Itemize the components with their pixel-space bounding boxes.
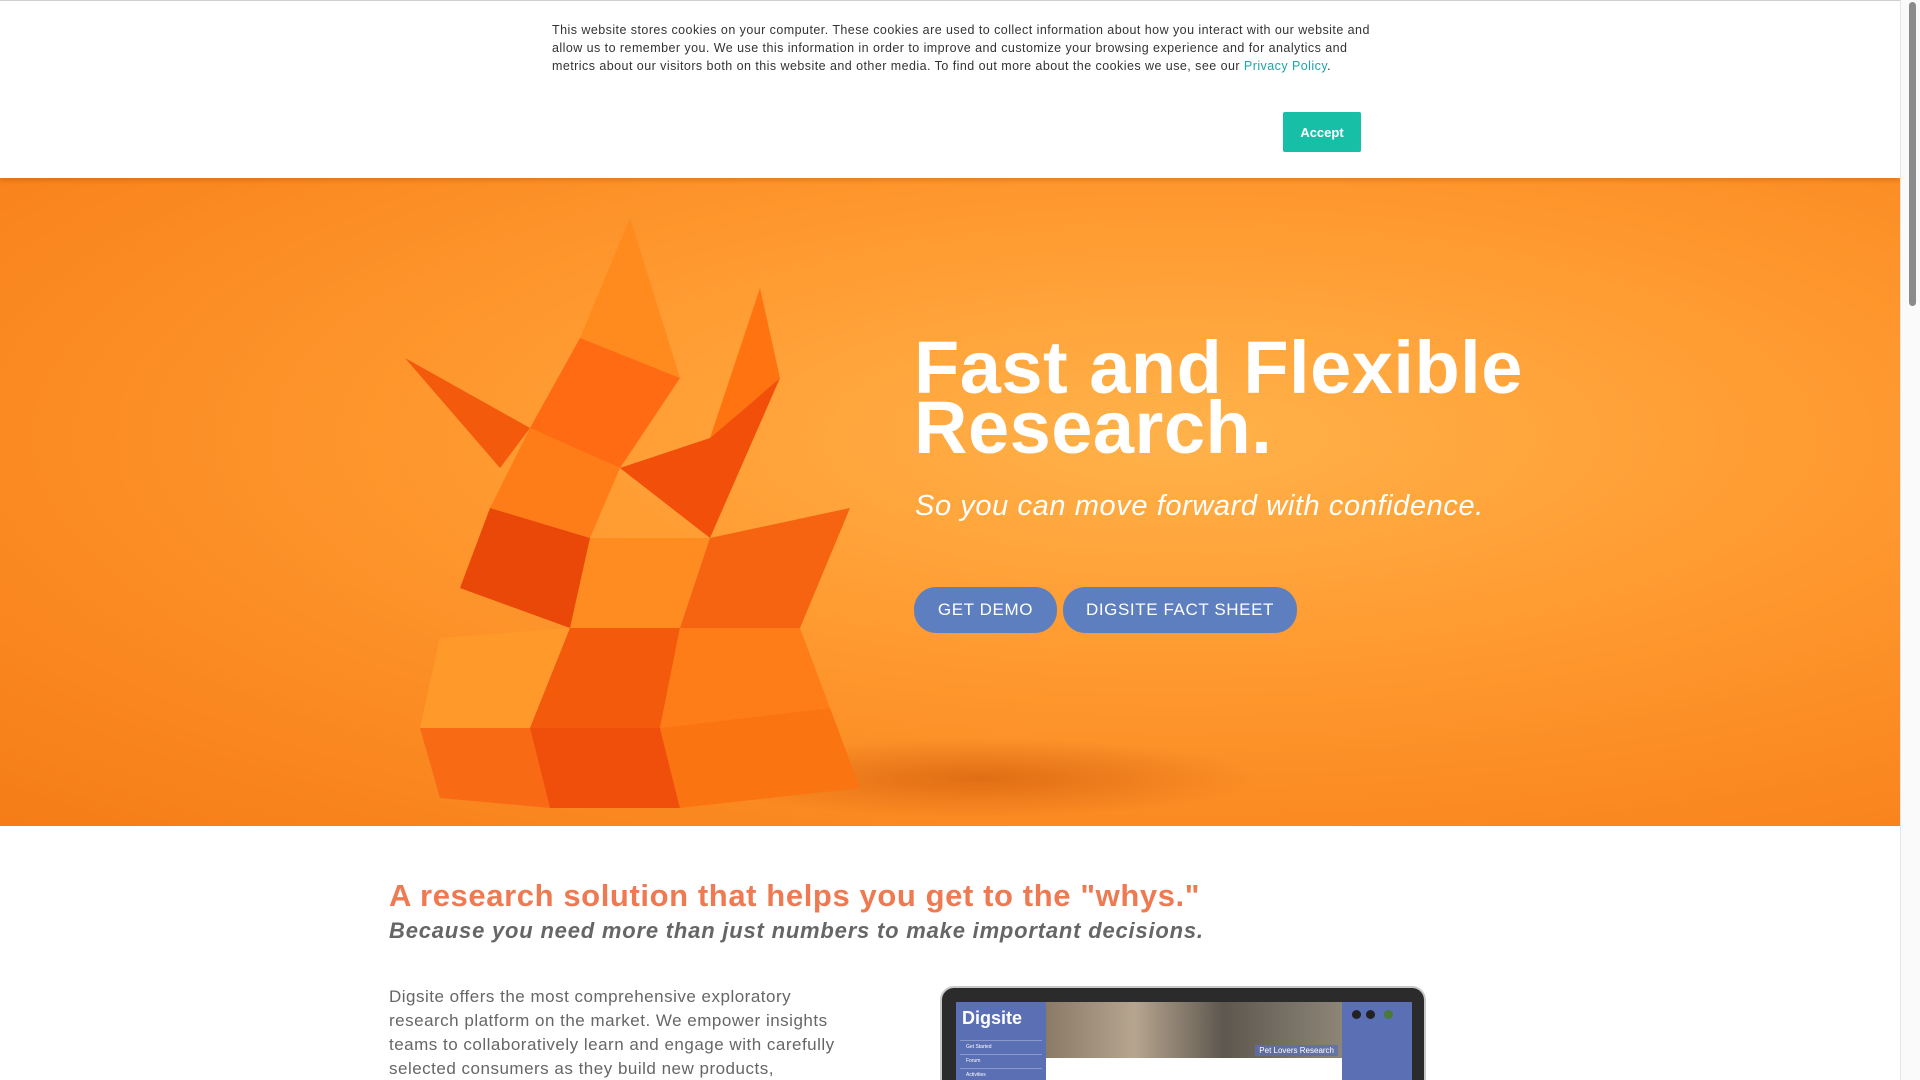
notification-icon <box>1366 1010 1375 1019</box>
hero-subtitle: So you can move forward with confidence. <box>915 490 1484 522</box>
app-banner-image: Pet Lovers Research <box>1046 1002 1342 1058</box>
laptop-screen: Digsite Get Started Forum Activities Pet… <box>956 1002 1412 1080</box>
app-menu-item: Forum <box>960 1054 1042 1066</box>
app-banner-label: Pet Lovers Research <box>1255 1045 1338 1056</box>
intro-paragraph: Digsite offers the most comprehensive ex… <box>389 987 835 1078</box>
cookie-trailing: . <box>1327 59 1332 73</box>
cookie-text: This website stores cookies on your comp… <box>552 21 1372 75</box>
hero-title-line2: Research. <box>914 386 1273 469</box>
cookie-banner: This website stores cookies on your comp… <box>0 0 1900 178</box>
section-title: A research solution that helps you get t… <box>389 878 1201 913</box>
app-menu-item: Get Started <box>960 1040 1042 1052</box>
origami-illustration <box>405 218 860 808</box>
page-scrollbar[interactable] <box>1900 0 1920 1080</box>
hero-title: Fast and Flexible Research. <box>914 331 1814 465</box>
section-subtitle: Because you need more than just numbers … <box>389 918 1204 943</box>
chat-icon <box>1352 1010 1361 1019</box>
hero-section: Fast and Flexible Research. So you can m… <box>0 178 1900 826</box>
digsite-logo: Digsite <box>962 1008 1023 1028</box>
privacy-policy-link[interactable]: Privacy Policy <box>1244 59 1327 73</box>
app-sidebar: Digsite Get Started Forum Activities <box>956 1002 1046 1080</box>
laptop-mockup: Digsite Get Started Forum Activities Pet… <box>940 986 1426 1080</box>
app-menu-item: Activities <box>960 1068 1042 1080</box>
fact-sheet-button[interactable]: DIGSITE FACT SHEET <box>1063 587 1297 633</box>
accept-cookies-button[interactable]: Accept <box>1283 112 1361 152</box>
avatar <box>1384 1010 1393 1019</box>
app-header-right <box>1342 1002 1412 1080</box>
get-demo-button[interactable]: GET DEMO <box>914 587 1057 633</box>
scrollbar-thumb[interactable] <box>1909 2 1916 306</box>
